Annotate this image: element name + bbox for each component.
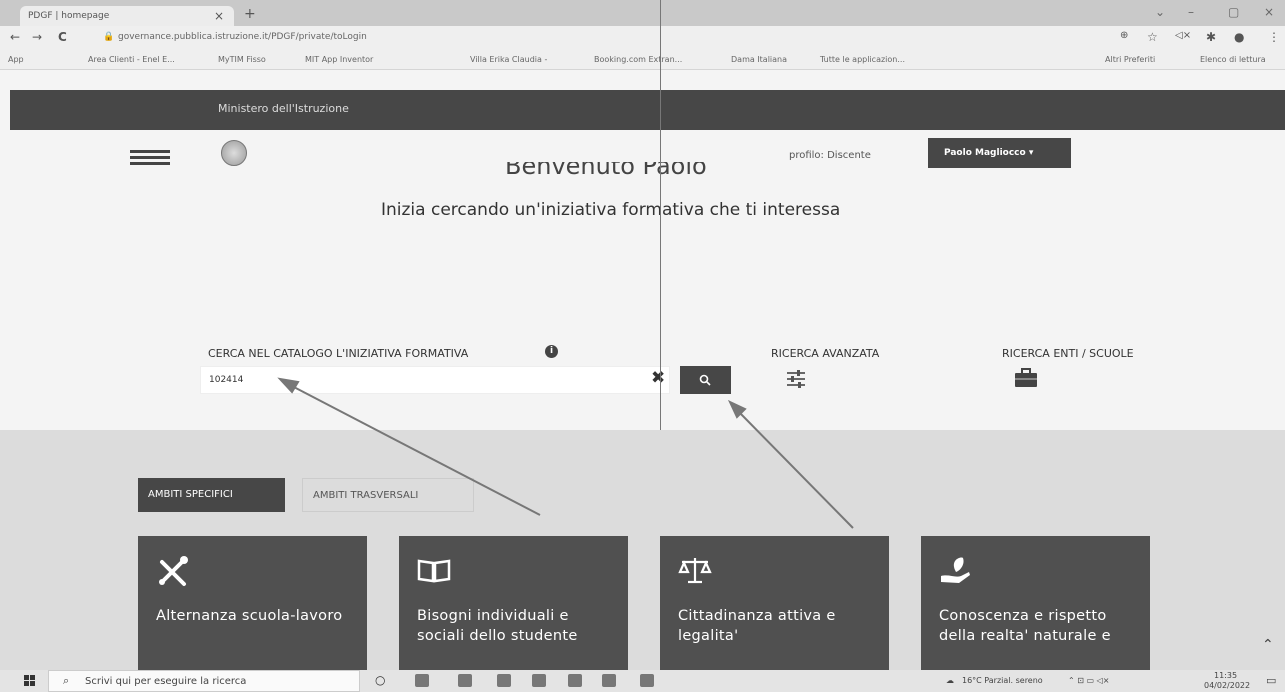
weather-text[interactable]: 16°C Parzial. sereno: [962, 676, 1043, 685]
clock-date[interactable]: 04/02/2022: [1204, 681, 1250, 690]
weather-icon: ☁: [946, 676, 954, 685]
windows-start-icon[interactable]: [24, 675, 36, 687]
search-icon: ⌕: [63, 674, 70, 687]
tray-icons[interactable]: ⌃ ⊡ ▭ ◁×: [1068, 676, 1109, 685]
cortana-icon[interactable]: ○: [375, 673, 385, 687]
task-view-icon[interactable]: [415, 674, 429, 687]
taskbar-search-placeholder: Scrivi qui per eseguire la ricerca: [85, 676, 247, 687]
windows-taskbar: ⌕ Scrivi qui per eseguire la ricerca ○ ☁…: [0, 670, 1285, 692]
file-explorer-icon[interactable]: [497, 674, 511, 687]
annotation-arrows: [277, 377, 854, 529]
edge-icon[interactable]: [458, 674, 472, 687]
store-icon[interactable]: [532, 674, 546, 687]
chrome-icon[interactable]: [640, 674, 654, 687]
app-icon[interactable]: [602, 674, 616, 687]
mail-icon[interactable]: [568, 674, 582, 687]
taskbar-search-input[interactable]: ⌕ Scrivi qui per eseguire la ricerca: [48, 670, 360, 692]
notifications-icon[interactable]: ▭: [1266, 674, 1276, 687]
clock-time[interactable]: 11:35: [1214, 671, 1237, 680]
